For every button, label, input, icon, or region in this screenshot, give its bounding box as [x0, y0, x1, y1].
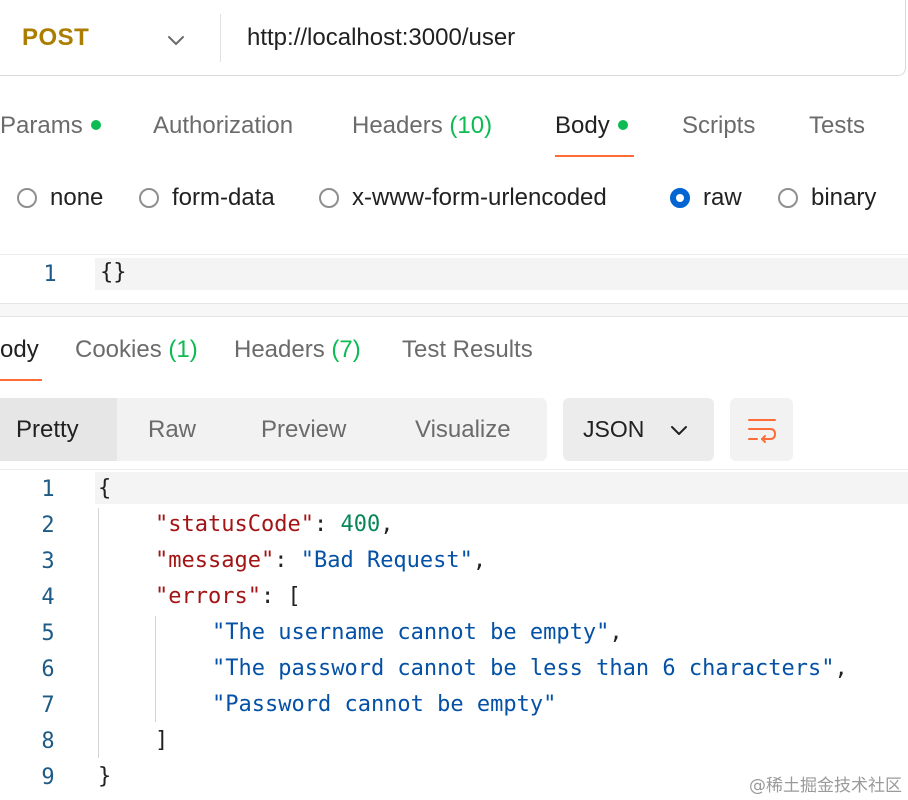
view-preview-button[interactable]: Preview	[261, 416, 346, 444]
radio-none-circle	[17, 188, 37, 208]
tab-response-headers[interactable]: Headers (7)	[234, 336, 361, 364]
tab-body-label: Body	[555, 112, 610, 139]
json-key: "statusCode"	[155, 512, 314, 537]
json-key: "errors"	[155, 584, 261, 609]
view-visualize-button[interactable]: Visualize	[415, 416, 511, 444]
json-key: "message"	[155, 548, 275, 573]
radio-raw[interactable]: raw	[670, 184, 742, 212]
json-line: {	[98, 476, 111, 501]
radio-none[interactable]: none	[17, 184, 103, 212]
request-editor-current-line	[95, 258, 908, 290]
json-string: "Password cannot be empty"	[212, 692, 557, 717]
json-string: "The password cannot be less than 6 char…	[212, 656, 835, 681]
request-line-number: 1	[43, 262, 57, 287]
indent-guide-inner	[155, 616, 156, 722]
wrap-lines-icon	[748, 419, 777, 443]
json-line: "message": "Bad Request",	[155, 548, 487, 573]
tab-body-underline	[555, 155, 634, 157]
response-line-number: 1	[41, 477, 55, 502]
radio-urlencoded[interactable]: x-www-form-urlencoded	[319, 184, 607, 212]
json-line: "The username cannot be empty",	[212, 620, 623, 645]
response-line-number: 3	[41, 549, 55, 574]
tab-body[interactable]: Body	[555, 112, 628, 140]
view-pretty-label: Pretty	[16, 416, 79, 443]
radio-raw-label: raw	[703, 184, 742, 211]
tab-test-results[interactable]: Test Results	[402, 336, 533, 364]
json-string: "The username cannot be empty"	[212, 620, 610, 645]
tab-test-results-label: Test Results	[402, 336, 533, 363]
radio-urlencoded-label: x-www-form-urlencoded	[352, 184, 607, 211]
view-raw-button[interactable]: Raw	[148, 416, 196, 444]
radio-binary-circle	[778, 188, 798, 208]
response-line-number: 8	[41, 729, 55, 754]
format-label: JSON	[583, 416, 645, 442]
pane-splitter[interactable]	[0, 303, 908, 317]
tab-response-headers-count: (7)	[331, 336, 361, 363]
tab-response-body-label: ody	[0, 336, 39, 363]
body-status-dot	[617, 119, 628, 130]
tab-scripts[interactable]: Scripts	[682, 112, 755, 140]
format-select[interactable]: JSON	[563, 398, 714, 461]
url-bar: POST	[0, 0, 906, 76]
json-line: }	[98, 764, 111, 789]
wrap-lines-button[interactable]	[730, 398, 793, 461]
tab-params-label: Params	[0, 112, 83, 139]
json-number: 400	[340, 512, 381, 537]
radio-urlencoded-circle	[319, 188, 339, 208]
json-close-bracket: ]	[155, 728, 169, 753]
tab-tests[interactable]: Tests	[809, 112, 865, 140]
response-line-number: 7	[41, 693, 55, 718]
tab-params[interactable]: Params	[0, 112, 101, 140]
radio-binary-label: binary	[811, 184, 877, 211]
tab-tests-label: Tests	[809, 112, 866, 139]
url-divider	[220, 14, 221, 62]
tab-authorization[interactable]: Authorization	[153, 112, 293, 140]
request-body-editor[interactable]: {}	[100, 260, 127, 285]
json-line: "errors": [	[155, 584, 301, 609]
radio-raw-circle	[670, 188, 690, 208]
radio-binary[interactable]: binary	[778, 184, 876, 212]
tab-cookies-label: Cookies	[75, 336, 162, 363]
response-line-number: 2	[41, 513, 55, 538]
radio-form-data-label: form-data	[172, 184, 275, 211]
json-line: "statusCode": 400,	[155, 512, 394, 537]
tab-response-headers-label: Headers	[234, 336, 325, 363]
request-editor-top-border	[0, 254, 908, 255]
method-select[interactable]: POST	[0, 0, 220, 76]
tab-cookies-count: (1)	[168, 336, 198, 363]
method-label: POST	[22, 24, 90, 51]
json-line: "Password cannot be empty"	[212, 692, 556, 717]
radio-none-label: none	[50, 184, 104, 211]
tab-cookies[interactable]: Cookies (1)	[75, 336, 198, 364]
json-string: "Bad Request"	[300, 548, 473, 573]
json-close-brace: }	[98, 764, 112, 789]
json-line: "The password cannot be less than 6 char…	[212, 656, 848, 681]
radio-form-data-circle	[139, 188, 159, 208]
chevron-down-icon	[671, 426, 687, 435]
watermark: @稀土掘金技术社区	[749, 776, 902, 796]
tab-headers-count: (10)	[449, 112, 493, 139]
response-editor-current-line	[95, 472, 908, 504]
tab-headers[interactable]: Headers (10)	[352, 112, 492, 140]
params-status-dot	[90, 119, 101, 130]
response-editor-top-border	[0, 469, 908, 470]
radio-form-data[interactable]: form-data	[139, 184, 275, 212]
url-input[interactable]	[247, 20, 887, 56]
tab-response-body-underline	[0, 379, 42, 381]
json-open-bracket: [	[287, 584, 301, 609]
tab-response-body[interactable]: ody	[0, 336, 39, 364]
tab-headers-label: Headers	[352, 112, 443, 139]
response-line-number: 4	[41, 585, 55, 610]
json-line: ]	[155, 728, 168, 753]
chevron-down-icon	[168, 36, 184, 45]
json-open-brace: {	[98, 476, 112, 501]
indent-guide-outer	[98, 508, 99, 758]
response-line-number: 6	[41, 657, 55, 682]
response-line-number: 5	[41, 621, 55, 646]
response-line-number: 9	[41, 765, 55, 790]
tab-scripts-label: Scripts	[682, 112, 756, 139]
tab-authorization-label: Authorization	[153, 112, 294, 139]
